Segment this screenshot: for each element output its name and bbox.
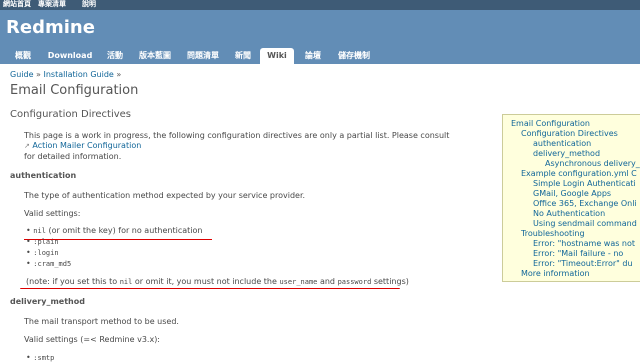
auth-option-text: (or omit the key) for no authentication bbox=[48, 226, 203, 235]
intro-text: This page is a work in progress, the fol… bbox=[24, 131, 450, 140]
intro-tail: for detailed information. bbox=[24, 152, 122, 161]
auth-option: • :login bbox=[26, 248, 59, 257]
bullet-icon: • bbox=[26, 259, 31, 268]
delivery-description: The mail transport method to be used. bbox=[24, 317, 179, 326]
toc-item[interactable]: Configuration Directives bbox=[521, 129, 618, 138]
bullet-icon: • bbox=[26, 248, 31, 257]
delivery-valid-label: Valid settings (=< Redmine v3.x): bbox=[24, 335, 161, 344]
toc-item[interactable]: authentication bbox=[533, 139, 591, 148]
tab-forums[interactable]: 論壇 bbox=[300, 48, 326, 64]
tab-download[interactable]: Download bbox=[44, 48, 96, 64]
auth-option-code: nil bbox=[33, 227, 46, 235]
note-text: (note: if you set this to bbox=[26, 277, 118, 286]
delivery-option: • :smtp bbox=[26, 353, 54, 362]
note-text: or omit it, you must not include the bbox=[134, 277, 277, 286]
table-of-contents: Email Configuration Configuration Direct… bbox=[502, 114, 640, 282]
breadcrumb-guide[interactable]: Guide bbox=[10, 70, 34, 79]
bullet-icon: • bbox=[26, 226, 31, 235]
breadcrumb: Guide » Installation Guide » bbox=[10, 70, 121, 79]
toc-item[interactable]: Troubleshooting bbox=[521, 229, 585, 238]
toc-item[interactable]: Error: "hostname was not bbox=[533, 239, 635, 248]
note-text: and bbox=[319, 277, 336, 286]
toc-item[interactable]: Error: "Mail failure - no bbox=[533, 249, 623, 258]
main-menu: 概觀 Download 活動 版本藍圖 問題清單 新聞 Wiki 論壇 儲存機制 bbox=[0, 46, 640, 64]
toc-item[interactable]: delivery_method bbox=[533, 149, 600, 158]
auth-note: (note: if you set this to nil or omit it… bbox=[26, 277, 409, 286]
toc-item[interactable]: Office 365, Exchange Onli bbox=[533, 199, 637, 208]
top-menu: 網站首頁 專案清單 說明 bbox=[0, 0, 640, 10]
tab-overview[interactable]: 概觀 bbox=[8, 48, 38, 64]
toc-item[interactable]: Using sendmail command bbox=[533, 219, 637, 228]
toc-item[interactable]: More information bbox=[521, 269, 590, 278]
delivery-heading: delivery_method bbox=[10, 297, 85, 306]
external-link-icon: ↗ bbox=[24, 142, 30, 150]
intro-link[interactable]: ↗ Action Mailer Configuration bbox=[24, 141, 141, 150]
auth-option-code: :plain bbox=[33, 238, 59, 246]
tab-repository[interactable]: 儲存機制 bbox=[332, 48, 376, 64]
breadcrumb-separator: » bbox=[36, 70, 41, 79]
top-menu-projects[interactable]: 專案清單 bbox=[38, 0, 66, 9]
note-code: password bbox=[337, 278, 372, 286]
toc-item[interactable]: Example configuration.yml C bbox=[521, 169, 637, 178]
bullet-icon: • bbox=[26, 353, 31, 362]
delivery-option-code: :smtp bbox=[33, 354, 55, 362]
auth-option: • :cram_md5 bbox=[26, 259, 71, 268]
auth-option-code: :cram_md5 bbox=[33, 260, 72, 268]
valid-settings-label: Valid settings: bbox=[24, 209, 81, 218]
tab-activity[interactable]: 活動 bbox=[102, 48, 128, 64]
auth-option: • nil (or omit the key) for no authentic… bbox=[26, 226, 202, 235]
top-menu-home[interactable]: 網站首頁 bbox=[3, 0, 31, 9]
auth-option-code: :login bbox=[33, 249, 59, 257]
page-title: Email Configuration bbox=[10, 83, 139, 98]
toc-item[interactable]: Asynchronous delivery_ bbox=[545, 159, 640, 168]
toc-item[interactable]: Email Configuration bbox=[511, 119, 590, 128]
tab-news[interactable]: 新聞 bbox=[230, 48, 256, 64]
auth-description: The type of authentication method expect… bbox=[24, 191, 306, 200]
breadcrumb-installation-guide[interactable]: Installation Guide bbox=[44, 70, 114, 79]
note-code: user_name bbox=[279, 278, 318, 286]
auth-heading: authentication bbox=[10, 171, 77, 180]
toc-item[interactable]: No Authentication bbox=[533, 209, 605, 218]
tab-issues[interactable]: 問題清單 bbox=[182, 48, 224, 64]
bullet-icon: • bbox=[26, 237, 31, 246]
tab-wiki[interactable]: Wiki bbox=[260, 48, 294, 64]
note-code: nil bbox=[119, 278, 133, 286]
toc-item[interactable]: Error: "Timeout:Error" du bbox=[533, 259, 633, 268]
note-text: settings) bbox=[373, 277, 409, 286]
section-title: Configuration Directives bbox=[10, 109, 131, 120]
toc-item[interactable]: Simple Login Authenticati bbox=[533, 179, 636, 188]
breadcrumb-separator: » bbox=[116, 70, 122, 79]
auth-option: • :plain bbox=[26, 237, 59, 246]
app-title[interactable]: Redmine bbox=[6, 17, 95, 38]
tab-roadmap[interactable]: 版本藍圖 bbox=[134, 48, 176, 64]
action-mailer-link[interactable]: Action Mailer Configuration bbox=[32, 141, 141, 150]
toc-item[interactable]: GMail, Google Apps bbox=[533, 189, 611, 198]
annotation-underline bbox=[20, 288, 400, 289]
top-menu-help[interactable]: 說明 bbox=[82, 0, 96, 9]
